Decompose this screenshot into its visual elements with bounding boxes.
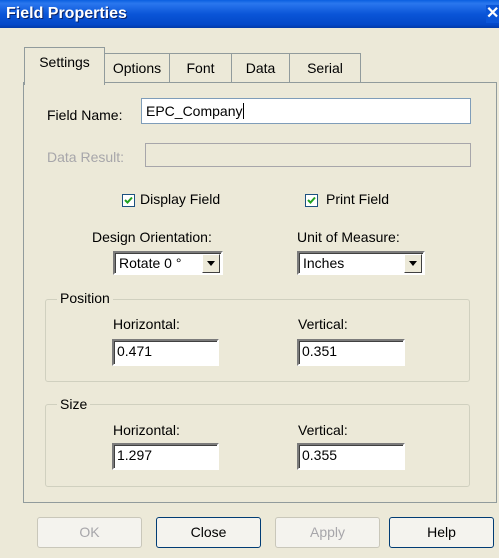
- apply-button[interactable]: Apply: [275, 517, 380, 548]
- unit-of-measure-label: Unit of Measure:: [297, 229, 400, 245]
- position-group-title: Position: [57, 290, 113, 306]
- print-field-label: Print Field: [326, 191, 390, 207]
- design-orientation-label: Design Orientation:: [92, 229, 212, 245]
- size-horizontal-value: 1.297: [117, 447, 153, 463]
- size-group-title: Size: [57, 396, 91, 412]
- tab-data[interactable]: Data: [231, 53, 290, 84]
- field-name-value: EPC_Company: [146, 103, 243, 119]
- ok-button[interactable]: OK: [37, 517, 142, 548]
- size-vertical-input[interactable]: 0.355: [297, 443, 405, 470]
- chevron-down-icon: [409, 261, 417, 266]
- close-button[interactable]: Close: [156, 517, 261, 548]
- checkmark-icon: [307, 196, 316, 204]
- dropdown-button[interactable]: [202, 254, 220, 273]
- size-vertical-label: Vertical:: [298, 422, 348, 438]
- chevron-down-icon: [207, 261, 215, 266]
- window-title: Field Properties: [6, 5, 127, 22]
- checkmark-icon: [124, 196, 133, 204]
- tab-serial[interactable]: Serial: [289, 53, 361, 84]
- unit-of-measure-dropdown[interactable]: Inches: [297, 251, 425, 275]
- position-horizontal-input[interactable]: 0.471: [112, 339, 219, 366]
- dropdown-button[interactable]: [404, 254, 422, 273]
- title-bar[interactable]: Field Properties ✕: [0, 0, 499, 28]
- design-orientation-dropdown[interactable]: Rotate 0 °: [113, 251, 223, 275]
- position-horizontal-label: Horizontal:: [113, 316, 180, 332]
- size-group: [45, 404, 470, 487]
- close-icon: ✕: [486, 5, 499, 22]
- close-window-button[interactable]: ✕: [486, 5, 499, 23]
- design-orientation-value: Rotate 0 °: [119, 255, 182, 271]
- data-result-label: Data Result:: [47, 149, 125, 165]
- size-horizontal-label: Horizontal:: [113, 422, 180, 438]
- display-field-checkbox[interactable]: [122, 194, 135, 207]
- print-field-checkbox[interactable]: [305, 194, 318, 207]
- position-vertical-label: Vertical:: [298, 316, 348, 332]
- display-field-label: Display Field: [140, 191, 221, 207]
- data-result-field: [145, 143, 471, 167]
- position-vertical-value: 0.351: [302, 343, 338, 359]
- field-name-input[interactable]: EPC_Company: [141, 98, 471, 124]
- tab-options[interactable]: Options: [104, 53, 170, 84]
- tab-settings[interactable]: Settings: [24, 47, 105, 85]
- size-horizontal-input[interactable]: 1.297: [112, 443, 219, 470]
- field-name-label: Field Name:: [47, 107, 123, 123]
- tab-font[interactable]: Font: [169, 53, 232, 84]
- text-caret: [242, 103, 244, 119]
- position-vertical-input[interactable]: 0.351: [297, 339, 405, 366]
- help-button[interactable]: Help: [389, 517, 494, 548]
- position-group: [45, 299, 470, 382]
- size-vertical-value: 0.355: [302, 447, 338, 463]
- unit-of-measure-value: Inches: [303, 255, 345, 271]
- position-horizontal-value: 0.471: [117, 343, 153, 359]
